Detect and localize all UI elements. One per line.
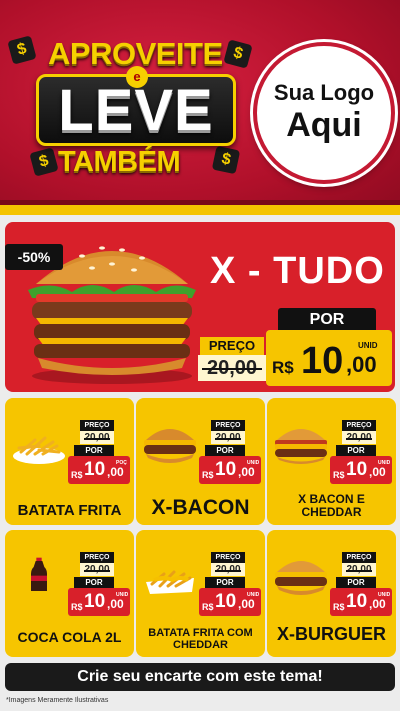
product-card-x-bacon[interactable]: PREÇO 20,00 POR R$ 10 ,00 UNID X-BACON <box>136 398 265 525</box>
price-unit: UNID <box>378 460 391 466</box>
old-price: 20,00 <box>211 431 245 444</box>
headline-connector: e <box>126 66 148 88</box>
price-decimal: ,00 <box>107 597 124 611</box>
soda-bottle-icon <box>31 557 47 591</box>
dollar-icon: $ <box>29 147 59 177</box>
headline: $ $ $ $ APROVEITE LEVE e TAMBÉM <box>7 30 253 190</box>
price-tag: R$ 10 ,00 UNID <box>199 588 261 616</box>
old-price: 20,00 <box>342 431 376 444</box>
strikethrough-line <box>215 569 241 572</box>
strikethrough-line <box>84 437 110 440</box>
product-name: X BACON E CHEDDAR <box>298 491 365 519</box>
header-banner: $ $ $ $ APROVEITE LEVE e TAMBÉM Sua Logo… <box>0 0 400 215</box>
old-price: 20,00 <box>211 563 245 576</box>
burger-icon <box>275 429 327 464</box>
hero-preco-label: PREÇO <box>200 337 264 355</box>
old-price: 20,00 <box>342 563 376 576</box>
product-card-batata-cheddar[interactable]: PREÇO 20,00 POR R$ 10 ,00 UNID BATATA FR… <box>136 530 265 657</box>
price-integer: 10 <box>346 459 368 480</box>
burger-icon <box>144 429 196 463</box>
price-decimal: ,00 <box>369 465 386 479</box>
logo-placeholder[interactable]: Sua Logo Aqui <box>253 42 395 184</box>
currency-symbol: R$ <box>202 470 214 480</box>
disclaimer-text: *Imagens Meramente Ilustrativas <box>6 697 109 704</box>
fries-cheddar-icon <box>146 570 194 594</box>
hero-por-label: POR <box>278 308 376 332</box>
currency-symbol: R$ <box>272 358 294 377</box>
product-name: BATATA FRITA <box>17 501 122 519</box>
price-unit: UNID <box>247 592 260 598</box>
price-decimal: ,00 <box>369 597 386 611</box>
price-integer: 10 <box>301 340 344 382</box>
preco-label: PREÇO <box>342 552 376 563</box>
strikethrough-line <box>346 437 372 440</box>
price-decimal: ,00 <box>238 465 255 479</box>
price-integer: 10 <box>346 591 368 612</box>
currency-symbol: R$ <box>202 602 214 612</box>
product-name: BATATA FRITA COM CHEDDAR <box>148 626 253 651</box>
price-integer: 10 <box>84 591 106 612</box>
burger-icon <box>275 561 327 595</box>
preco-label: PREÇO <box>211 420 245 431</box>
hero-old-price: 20,00 <box>198 355 266 381</box>
currency-symbol: R$ <box>71 470 83 480</box>
old-price: 20,00 <box>80 563 114 576</box>
price-integer: 10 <box>215 591 237 612</box>
currency-symbol: R$ <box>71 602 83 612</box>
old-price: 20,00 <box>80 431 114 444</box>
hero-title: X - TUDO <box>210 250 385 292</box>
price-unit: UNID <box>247 460 260 466</box>
price-tag: R$ 10 ,00 POÇ <box>68 456 130 484</box>
preco-label: PREÇO <box>80 420 114 431</box>
dollar-icon: $ <box>223 39 253 69</box>
headline-bottom: TAMBÉM <box>58 146 181 178</box>
price-decimal: ,00 <box>346 352 377 377</box>
fries-icon <box>13 436 65 464</box>
preco-label: PREÇO <box>80 552 114 563</box>
product-card-coca-cola[interactable]: PREÇO 20,00 POR R$ 10 ,00 UNID COCA COLA… <box>5 530 134 657</box>
preco-label: PREÇO <box>342 420 376 431</box>
product-card-x-bacon-cheddar[interactable]: PREÇO 20,00 POR R$ 10 ,00 UNID X BACON E… <box>267 398 396 525</box>
price-unit: POÇ <box>116 460 127 466</box>
product-card-x-burguer[interactable]: PREÇO 20,00 POR R$ 10 ,00 UNID X-BURGUER <box>267 530 396 657</box>
price-tag: R$ 10 ,00 UNID <box>330 456 392 484</box>
logo-line-1: Sua Logo <box>273 80 375 105</box>
strikethrough-line <box>202 368 262 370</box>
product-name: X-BURGUER <box>276 624 386 645</box>
dollar-icon: $ <box>211 145 241 175</box>
price-tag: R$ 10 ,00 UNID <box>199 456 261 484</box>
product-name: X-BACON <box>151 495 250 519</box>
strikethrough-line <box>346 569 372 572</box>
currency-symbol: R$ <box>333 602 345 612</box>
hero-price-tag: R$ 10 ,00 UNID <box>266 330 392 386</box>
strikethrough-line <box>84 569 110 572</box>
product-card-batata-frita[interactable]: PREÇO 20,00 POR R$ 10 ,00 POÇ BATATA FRI… <box>5 398 134 525</box>
price-tag: R$ 10 ,00 UNID <box>68 588 130 616</box>
price-unit: UNID <box>116 592 129 598</box>
price-integer: 10 <box>84 459 106 480</box>
logo-line-2: Aqui <box>286 106 362 144</box>
product-name: COCA COLA 2L <box>17 628 122 645</box>
dollar-icon: $ <box>7 35 37 65</box>
price-decimal: ,00 <box>238 597 255 611</box>
create-flyer-button[interactable]: Crie seu encarte com este tema! <box>5 663 395 691</box>
strikethrough-line <box>215 437 241 440</box>
preco-label: PREÇO <box>211 552 245 563</box>
price-tag: R$ 10 ,00 UNID <box>330 588 392 616</box>
discount-badge: -50% <box>5 244 63 270</box>
price-unit: UNID <box>378 592 391 598</box>
price-integer: 10 <box>215 459 237 480</box>
price-decimal: ,00 <box>107 465 124 479</box>
currency-symbol: R$ <box>333 470 345 480</box>
header-stripe <box>0 205 400 215</box>
price-unit: UNID <box>358 341 378 350</box>
